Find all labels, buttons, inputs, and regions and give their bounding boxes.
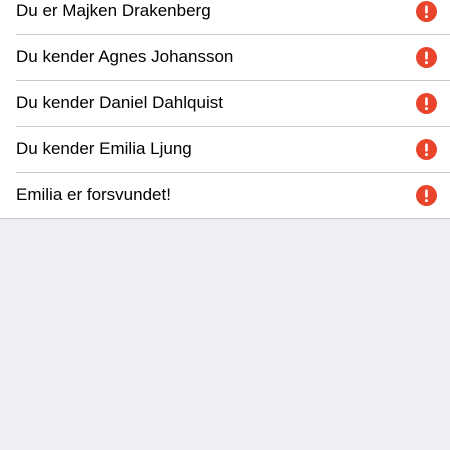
list-item[interactable]: Du kender Daniel Dahlquist [0,80,450,126]
alert-icon [416,92,437,114]
list-item[interactable]: Du er Majken Drakenberg [0,0,450,34]
list-item-label: Du kender Daniel Dahlquist [16,93,223,112]
list-item-label: Emilia er forsvundet! [16,185,171,204]
story-list: Du er Majken Drakenberg Du kender Agnes … [0,0,450,219]
alert-icon [416,184,437,206]
list-item-label: Du er Majken Drakenberg [16,1,211,20]
alert-icon [416,46,437,68]
list-item-label: Du kender Agnes Johansson [16,47,234,66]
screen: Du er Majken Drakenberg Du kender Agnes … [0,0,450,450]
list-item[interactable]: Du kender Emilia Ljung [0,126,450,172]
list-item[interactable]: Du kender Agnes Johansson [0,34,450,80]
list-item[interactable]: Emilia er forsvundet! [0,172,450,218]
alert-icon [416,138,437,160]
list-item-label: Du kender Emilia Ljung [16,139,192,158]
alert-icon [416,0,437,22]
empty-background [0,220,450,450]
